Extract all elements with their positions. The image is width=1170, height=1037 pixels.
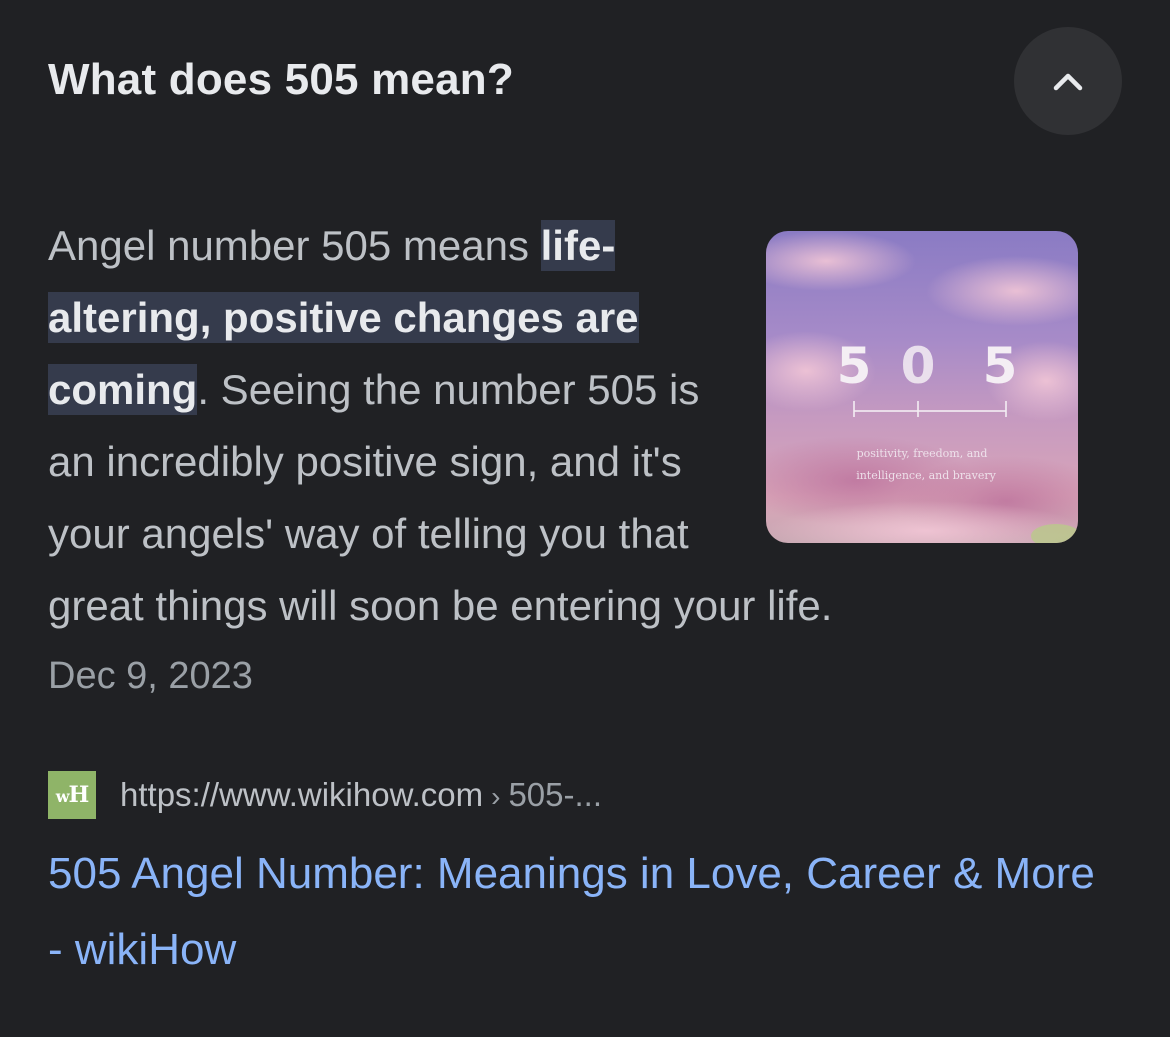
snippet-intro: Angel number 505 means xyxy=(48,222,541,269)
snippet-thumbnail[interactable]: 5 0 5 positivity, freedom, and intellige… xyxy=(766,231,1078,543)
snippet-date: Dec 9, 2023 xyxy=(48,655,253,697)
snippet-highlight: life- xyxy=(540,220,616,271)
snippet-text: 5 0 5 positivity, freedom, and intellige… xyxy=(48,210,1078,642)
snippet-highlight: altering, positive changes are xyxy=(48,292,639,343)
breadcrumb-separator: › xyxy=(491,781,501,812)
result-title-link[interactable]: 505 Angel Number: Meanings in Love, Care… xyxy=(48,836,1108,988)
chevron-up-icon xyxy=(1053,73,1083,91)
source-url[interactable]: https://www.wikihow.com › 505-... xyxy=(120,776,602,814)
wikihow-favicon-icon: wH xyxy=(48,771,96,819)
question-title: What does 505 mean? xyxy=(48,55,514,104)
thumb-caption: positivity, freedom, and xyxy=(857,447,988,460)
featured-snippet-card: What does 505 mean? 5 0 5 positivity, fr… xyxy=(0,0,1170,1037)
source-line[interactable]: wH https://www.wikihow.com › 505-... xyxy=(48,770,602,820)
source-domain: https://www.wikihow.com xyxy=(120,776,484,813)
snippet-highlight: coming xyxy=(48,364,198,415)
thumbnail-image: 5 0 5 positivity, freedom, and intellige… xyxy=(766,231,1078,543)
source-path: 505-... xyxy=(508,776,603,813)
thumb-digit: 5 xyxy=(983,337,1018,395)
thumb-digit: 5 xyxy=(837,337,872,395)
thumb-caption: intelligence, and bravery xyxy=(856,469,996,482)
thumb-digit: 0 xyxy=(901,337,936,395)
collapse-button[interactable] xyxy=(1014,27,1122,135)
